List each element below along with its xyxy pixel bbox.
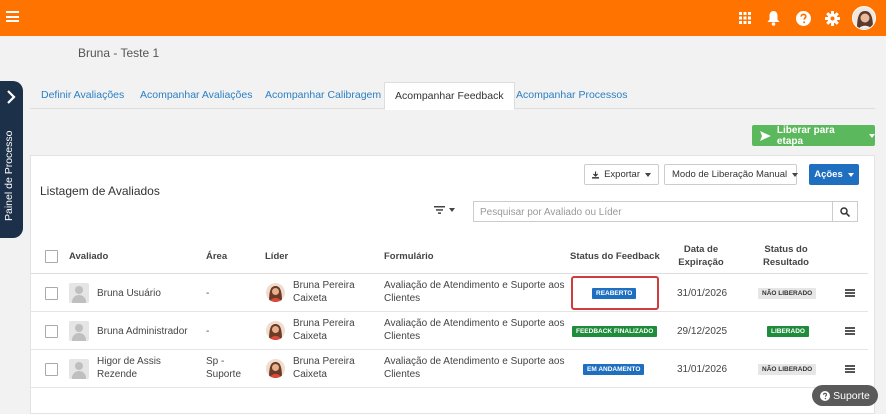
help-icon	[820, 390, 831, 401]
leader-name: Bruna Pereira Caixeta	[293, 280, 355, 304]
expiry-date: 31/01/2026	[677, 288, 728, 299]
result-status-badge: NÃO LIBERADO	[758, 364, 817, 375]
feedback-status-badge: EM ANDAMENTO	[583, 364, 645, 375]
result-status-badge: LIBERADO	[767, 326, 809, 337]
expiry-date: 29/12/2025	[677, 326, 728, 337]
chevron-down-icon	[869, 133, 875, 138]
chevron-down-icon	[449, 208, 455, 212]
feedback-status-badge: FEEDBACK FINALIZADO	[572, 326, 658, 337]
process-panel-toggle[interactable]: Painel de Processo	[0, 81, 23, 238]
leader-avatar	[266, 359, 285, 378]
chevron-right-icon	[7, 90, 16, 104]
user-placeholder-icon	[69, 359, 89, 379]
filter-icon	[434, 206, 445, 214]
send-icon	[760, 130, 771, 141]
leader-name: Bruna Pereira Caixeta	[293, 356, 355, 380]
filter-button[interactable]	[434, 206, 455, 214]
tab-track-processes[interactable]: Acompanhar Processos	[506, 82, 637, 109]
release-mode-dropdown[interactable]: Modo de Liberação Manual	[664, 164, 799, 185]
details-list-icon[interactable]	[845, 327, 855, 335]
user-placeholder-icon	[69, 321, 89, 341]
area-value: -	[206, 326, 210, 337]
result-status-badge: NÃO LIBERADO	[758, 288, 817, 299]
column-header-result-status[interactable]: Status do Resultado	[754, 244, 818, 268]
page-title: Bruna - Teste 1	[78, 46, 160, 60]
tab-define-evaluations[interactable]: Definir Avaliações	[31, 82, 134, 109]
highlight-box	[571, 276, 659, 310]
evaluated-list-card: Listagem de Avaliados Exportar Modo de L…	[30, 155, 875, 414]
process-panel-label: Painel de Processo	[3, 130, 15, 222]
support-button[interactable]: Suporte	[812, 385, 878, 406]
download-icon	[592, 170, 600, 179]
column-header-leader[interactable]: Líder	[265, 251, 288, 262]
area-value: -	[206, 288, 210, 299]
column-header-area[interactable]: Área	[206, 251, 227, 262]
result-header-line1: Status do	[764, 244, 808, 255]
expiry-header-line1: Data de	[683, 244, 719, 255]
export-button[interactable]: Exportar	[584, 164, 659, 185]
expiry-header-line2: Expiração	[678, 257, 724, 268]
form-name: Avaliação de Atendimento e Suporte aos C…	[384, 318, 565, 342]
expiry-date: 31/01/2026	[677, 364, 728, 375]
result-header-line2: Resultado	[763, 257, 809, 268]
release-mode-label: Modo de Liberação Manual	[672, 169, 788, 180]
area-value: Sp - Suporte	[206, 356, 242, 380]
release-step-label: Liberar para etapa	[776, 124, 835, 147]
gear-icon[interactable]	[823, 9, 841, 27]
top-bar	[0, 0, 886, 36]
list-title: Listagem de Avaliados	[40, 184, 160, 198]
tab-track-feedback[interactable]: Acompanhar Feedback	[384, 82, 515, 110]
row-checkbox[interactable]	[45, 287, 58, 300]
chevron-down-icon	[847, 172, 854, 177]
user-avatar[interactable]	[852, 6, 876, 30]
release-step-button[interactable]: Liberar para etapa	[752, 124, 875, 147]
tab-track-calibration[interactable]: Acompanhar Calibragem	[255, 82, 391, 109]
actions-label: Ações	[814, 169, 843, 180]
apps-grid-icon[interactable]	[736, 9, 754, 27]
chevron-down-icon	[792, 172, 799, 177]
leader-avatar	[266, 321, 285, 340]
user-placeholder-icon	[69, 283, 89, 303]
column-header-expiry[interactable]: Data de Expiração	[669, 244, 733, 268]
help-icon[interactable]	[794, 9, 812, 27]
table-row: Bruna Usuário - Bruna Pereira Caixeta Av…	[31, 274, 868, 312]
table-row: Higor de Assis Rezende Sp - Suporte Brun…	[31, 350, 868, 388]
select-all-checkbox[interactable]	[45, 250, 58, 263]
details-list-icon[interactable]	[845, 289, 855, 297]
evaluated-name[interactable]: Bruna Administrador	[97, 325, 188, 338]
column-header-feedback-status[interactable]: Status do Feedback	[570, 251, 660, 262]
search-input[interactable]: Pesquisar por Avaliado ou Líder	[473, 201, 833, 222]
form-name: Avaliação de Atendimento e Suporte aos C…	[384, 356, 565, 380]
actions-button[interactable]: Ações	[809, 164, 859, 185]
evaluated-name[interactable]: Bruna Usuário	[97, 287, 161, 300]
details-list-icon[interactable]	[845, 365, 855, 373]
form-name: Avaliação de Atendimento e Suporte aos C…	[384, 280, 565, 304]
bell-icon[interactable]	[764, 9, 782, 27]
tab-track-evaluations[interactable]: Acompanhar Avaliações	[130, 82, 262, 109]
tab-bar: Definir Avaliações Acompanhar Avaliações…	[30, 82, 875, 110]
column-header-evaluated[interactable]: Avaliado	[69, 251, 108, 262]
leader-name: Bruna Pereira Caixeta	[293, 318, 355, 342]
support-label: Suporte	[833, 389, 870, 402]
export-label: Exportar	[604, 169, 640, 180]
leader-avatar	[266, 283, 285, 302]
table-row: Bruna Administrador - Bruna Pereira Caix…	[31, 312, 868, 350]
row-checkbox[interactable]	[45, 325, 58, 338]
search-button[interactable]	[833, 201, 858, 222]
evaluated-name[interactable]: Higor de Assis Rezende	[97, 355, 177, 381]
search-icon	[840, 206, 850, 217]
menu-icon[interactable]	[6, 11, 19, 22]
row-checkbox[interactable]	[45, 363, 58, 376]
column-header-form[interactable]: Formulário	[384, 251, 434, 262]
chevron-down-icon	[645, 172, 651, 177]
